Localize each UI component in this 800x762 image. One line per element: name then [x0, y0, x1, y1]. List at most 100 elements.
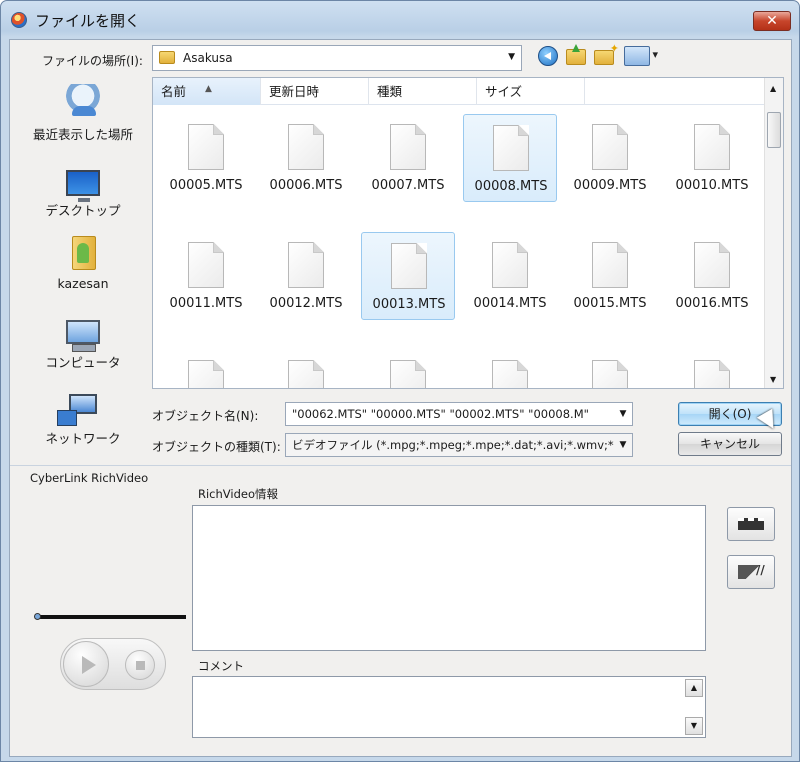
column-header-label: 更新日時	[269, 84, 320, 99]
file-name: 00011.MTS	[169, 296, 243, 311]
place-user[interactable]: kazesan	[18, 232, 148, 306]
document-icon	[390, 124, 426, 170]
place-recent[interactable]: 最近表示した場所	[18, 80, 148, 154]
section-divider	[10, 465, 791, 466]
column-header-modified[interactable]: 更新日時	[261, 78, 369, 105]
file-name: 00009.MTS	[573, 178, 647, 193]
folder-icon	[159, 51, 175, 64]
views-menu-icon[interactable]	[624, 46, 658, 66]
file-tile[interactable]: 00005.MTS	[159, 114, 253, 202]
document-icon	[188, 124, 224, 170]
file-tile-partial[interactable]	[463, 350, 557, 388]
chevron-down-icon[interactable]: ▼	[508, 52, 515, 62]
file-name: 00007.MTS	[371, 178, 445, 193]
document-icon	[694, 360, 730, 388]
column-header-size[interactable]: サイズ	[477, 78, 585, 105]
object-name-label: オブジェクト名(N):	[152, 409, 259, 423]
file-name: 00012.MTS	[269, 296, 343, 311]
seek-bar[interactable]	[36, 615, 186, 619]
file-name: 00006.MTS	[269, 178, 343, 193]
back-icon[interactable]	[538, 46, 558, 66]
place-label: 最近表示した場所	[32, 127, 133, 142]
title-bar[interactable]: ファイルを開く ✕	[1, 1, 799, 39]
file-tile-partial[interactable]	[361, 350, 455, 388]
place-desktop[interactable]: デスクトップ	[18, 156, 148, 230]
document-icon	[390, 360, 426, 388]
column-header-name[interactable]: 名前 ▲	[153, 78, 261, 105]
object-type-value: ビデオファイル (*.mpg;*.mpeg;*.mpe;*.dat;*.avi;…	[292, 438, 625, 452]
file-name: 00015.MTS	[573, 296, 647, 311]
file-name: 00016.MTS	[675, 296, 749, 311]
scroll-up-icon[interactable]: ▲	[685, 679, 703, 697]
chevron-down-icon[interactable]: ▼	[614, 403, 632, 425]
file-tile[interactable]: 00016.MTS	[665, 232, 759, 320]
file-tile-selected[interactable]: 00008.MTS	[463, 114, 557, 202]
file-tile[interactable]: 00014.MTS	[463, 232, 557, 320]
document-icon	[694, 124, 730, 170]
richvideo-section-title: CyberLink RichVideo	[30, 471, 149, 485]
app-icon	[11, 12, 27, 28]
file-name: 00008.MTS	[474, 179, 548, 194]
file-tile[interactable]: 00011.MTS	[159, 232, 253, 320]
file-tile[interactable]: 00015.MTS	[563, 232, 657, 320]
comment-textarea[interactable]: ▲ ▼	[192, 676, 706, 738]
column-header-type[interactable]: 種類	[369, 78, 477, 105]
scroll-down-icon[interactable]: ▼	[770, 375, 776, 384]
chevron-down-icon[interactable]: ▼	[614, 434, 632, 456]
file-tile-partial[interactable]	[665, 350, 759, 388]
document-icon	[694, 242, 730, 288]
place-network[interactable]: ネットワーク	[18, 384, 148, 458]
comment-label: コメント	[198, 659, 244, 673]
location-label: ファイルの場所(I):	[42, 54, 143, 68]
document-icon	[592, 124, 628, 170]
place-label: kazesan	[57, 276, 109, 291]
comment-scrollbar[interactable]: ▲ ▼	[685, 679, 703, 735]
network-icon	[57, 394, 97, 426]
location-dropdown[interactable]: Asakusa ▼	[152, 45, 522, 71]
richvideo-info-box	[192, 505, 706, 651]
document-icon	[592, 360, 628, 388]
document-icon	[188, 242, 224, 288]
close-button[interactable]: ✕	[753, 11, 791, 31]
object-name-value: "00062.MTS" "00000.MTS" "00002.MTS" "000…	[292, 407, 589, 421]
file-tile-selected[interactable]: 00013.MTS	[361, 232, 455, 320]
file-list-scrollbar[interactable]: ▲ ▼	[764, 78, 783, 388]
cancel-button[interactable]: キャンセル	[678, 432, 782, 456]
file-tile[interactable]: 00007.MTS	[361, 114, 455, 202]
document-icon	[288, 360, 324, 388]
seek-handle[interactable]	[34, 613, 41, 620]
edit-icon	[738, 563, 765, 579]
document-icon	[288, 124, 324, 170]
place-computer[interactable]: コンピュータ	[18, 308, 148, 382]
up-folder-icon[interactable]	[566, 44, 586, 65]
document-icon	[288, 242, 324, 288]
file-tile[interactable]: 00006.MTS	[259, 114, 353, 202]
column-headers: 名前 ▲ 更新日時 種類 サイズ	[153, 78, 765, 105]
recent-places-icon	[66, 84, 100, 118]
edit-info-button[interactable]	[727, 555, 775, 589]
scroll-up-icon[interactable]: ▲	[770, 84, 776, 93]
sort-ascending-icon: ▲	[205, 84, 212, 94]
file-tile-partial[interactable]	[159, 350, 253, 388]
scrollbar-thumb[interactable]	[767, 112, 781, 148]
play-icon[interactable]	[63, 641, 109, 687]
file-tile[interactable]: 00009.MTS	[563, 114, 657, 202]
object-type-select[interactable]: ビデオファイル (*.mpg;*.mpeg;*.mpe;*.dat;*.avi;…	[285, 433, 633, 457]
scroll-down-icon[interactable]: ▼	[685, 717, 703, 735]
file-tile-partial[interactable]	[563, 350, 657, 388]
desktop-icon	[66, 170, 100, 202]
computer-icon	[66, 320, 100, 352]
new-folder-icon[interactable]	[594, 42, 619, 65]
file-tile-partial[interactable]	[259, 350, 353, 388]
file-tile[interactable]: 00010.MTS	[665, 114, 759, 202]
clapperboard-button[interactable]	[727, 507, 775, 541]
stop-icon[interactable]	[125, 650, 155, 680]
document-icon	[391, 243, 427, 289]
file-tile[interactable]: 00012.MTS	[259, 232, 353, 320]
object-name-input[interactable]: "00062.MTS" "00000.MTS" "00002.MTS" "000…	[285, 402, 633, 426]
document-icon	[492, 242, 528, 288]
file-name: 00005.MTS	[169, 178, 243, 193]
places-bar: 最近表示した場所 デスクトップ kazesan コンピュータ ネットワーク	[18, 78, 148, 473]
file-name: 00013.MTS	[372, 297, 446, 312]
open-file-dialog: ファイルを開く ✕ ファイルの場所(I): Asakusa ▼ 最近表示した場所…	[0, 0, 800, 762]
